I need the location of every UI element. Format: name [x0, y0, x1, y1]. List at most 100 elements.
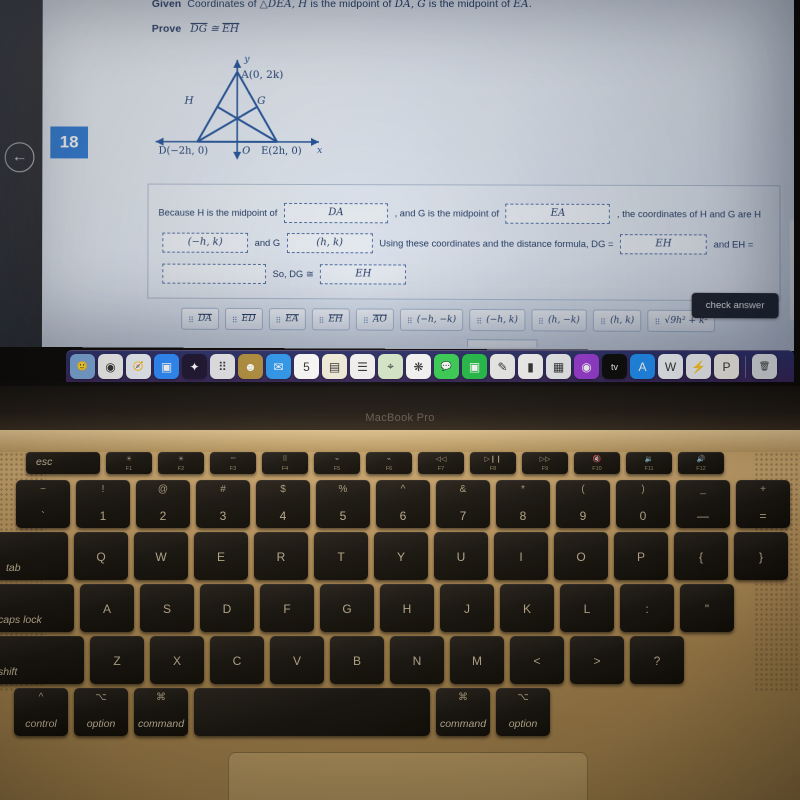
keyboard-key[interactable]: shift [0, 636, 84, 684]
proof-blank-6[interactable] [162, 263, 266, 283]
keyboard-key[interactable]: ^ control [14, 688, 68, 736]
keyboard-key[interactable]: caps lock [0, 584, 74, 632]
powerpoint-icon[interactable]: P [714, 354, 739, 379]
proof-blank-5[interactable]: EH [620, 234, 707, 254]
keyboard-key[interactable]: P [614, 532, 668, 580]
keyboard-key[interactable]: & 7 [436, 480, 490, 528]
drag-handle-icon[interactable] [600, 317, 606, 324]
keyboard-key[interactable]: } [734, 532, 788, 580]
app-store-icon[interactable]: A [630, 354, 655, 379]
answer-tile[interactable]: AO [356, 308, 394, 330]
answer-tile[interactable]: DA [181, 308, 219, 330]
keyboard-key[interactable]: $4 [256, 480, 310, 528]
keyboard-key[interactable] [194, 688, 430, 736]
keyboard-key[interactable]: X [150, 636, 204, 684]
keyboard-key[interactable]: ☀ F1 [106, 452, 152, 474]
answer-tile[interactable]: (h, −k) [531, 309, 587, 331]
keyboard-key[interactable]: ⌁ F5 [314, 452, 360, 474]
drag-handle-icon[interactable] [188, 315, 194, 322]
answer-tile[interactable]: (−h, k) [469, 309, 525, 331]
keyboard-key[interactable]: ~ ` [16, 480, 70, 528]
safari-icon[interactable]: 🧭 [126, 354, 151, 379]
keyboard-key[interactable]: 🔊 F12 [678, 452, 724, 474]
keyboard-key[interactable]: A [80, 584, 134, 632]
trash-icon[interactable]: 🗑 [752, 354, 777, 379]
scrollbar[interactable] [790, 220, 794, 321]
keyboard-key[interactable]: % 5 [316, 480, 370, 528]
maps-icon[interactable]: ⌖ [378, 354, 403, 379]
keyboard-key[interactable]: D [200, 584, 254, 632]
keyboard-key[interactable]: _ — [676, 480, 730, 528]
pages-icon[interactable]: ✎ [490, 354, 515, 379]
keyboard-key[interactable]: M [450, 636, 504, 684]
keyboard-key[interactable]: T [314, 532, 368, 580]
keyboard-key[interactable]: 🔇 F10 [574, 452, 620, 474]
launchpad-icon[interactable]: ⠿ [210, 354, 235, 379]
keyboard-key[interactable]: ⠿ F4 [262, 452, 308, 474]
answer-tile[interactable]: EA [268, 308, 305, 330]
proof-blank-4[interactable]: (h, k) [287, 233, 373, 253]
chrome-icon[interactable]: ◉ [98, 354, 123, 379]
keyboard-key[interactable]: ⌘ command [134, 688, 188, 736]
reminders-icon[interactable]: ☰ [350, 354, 375, 379]
drag-handle-icon[interactable] [318, 316, 324, 323]
keyboard-key[interactable]: J [440, 584, 494, 632]
keyboard-key[interactable]: + = [736, 480, 790, 528]
keyboard-key[interactable]: I [494, 532, 548, 580]
keyboard-key[interactable]: Y [374, 532, 428, 580]
siri-icon[interactable]: ✦ [182, 354, 207, 379]
keyboard-key[interactable]: ▷❙❙ F8 [470, 452, 516, 474]
facetime-icon[interactable]: ▣ [462, 354, 487, 379]
drag-handle-icon[interactable] [538, 317, 544, 324]
keyboard-key[interactable]: ^ 6 [376, 480, 430, 528]
mail-icon[interactable]: ✉ [266, 354, 291, 379]
keyboard-key[interactable]: C [210, 636, 264, 684]
back-arrow-icon[interactable]: ← [5, 142, 35, 172]
keyboard-key[interactable]: F [260, 584, 314, 632]
photos-icon[interactable]: ❋ [406, 354, 431, 379]
keyboard-key[interactable]: U [434, 532, 488, 580]
proof-blank-1[interactable]: DA [284, 202, 388, 222]
keyboard-key[interactable]: * 8 [496, 480, 550, 528]
keyboard-key[interactable]: V [270, 636, 324, 684]
notes-icon[interactable]: ▤ [322, 354, 347, 379]
keyboard-key[interactable]: H [380, 584, 434, 632]
keyboard-key[interactable]: ▷▷ F9 [522, 452, 568, 474]
keyboard-key[interactable]: ! 1 [76, 480, 130, 528]
keyboard-key[interactable]: tab [0, 532, 68, 580]
keyboard-key[interactable]: N [390, 636, 444, 684]
messenger-icon[interactable]: ⚡ [686, 354, 711, 379]
drag-handle-icon[interactable] [476, 317, 482, 324]
drag-handle-icon[interactable] [275, 316, 281, 323]
keyboard-key[interactable]: O [554, 532, 608, 580]
answer-tile[interactable]: EH [311, 308, 349, 330]
keyboard-key[interactable]: W [134, 532, 188, 580]
calendar-icon[interactable]: 5 [294, 354, 319, 379]
zoom-icon[interactable]: ▣ [154, 354, 179, 379]
keyboard-key[interactable]: ) 0 [616, 480, 670, 528]
keynote-icon[interactable]: ▦ [546, 354, 571, 379]
keyboard-key[interactable]: ⌘ command [436, 688, 490, 736]
keyboard-key[interactable]: > [570, 636, 624, 684]
check-answer-button[interactable]: check answer [692, 293, 779, 319]
keyboard-key[interactable]: " [680, 584, 734, 632]
drag-handle-icon[interactable] [654, 317, 660, 324]
answer-tile[interactable]: (−h, −k) [400, 309, 463, 331]
keyboard-key[interactable]: ☀ F2 [158, 452, 204, 474]
keyboard-key[interactable]: ⌁ F6 [366, 452, 412, 474]
keyboard-key[interactable]: @2 [136, 480, 190, 528]
keyboard-key[interactable]: { [674, 532, 728, 580]
trackpad[interactable] [228, 752, 588, 800]
keyboard-key[interactable]: ⌥ option [496, 688, 550, 736]
numbers-icon[interactable]: ▮ [518, 354, 543, 379]
keyboard-key[interactable]: Z [90, 636, 144, 684]
keyboard-key[interactable]: E [194, 532, 248, 580]
keyboard-key[interactable]: L [560, 584, 614, 632]
contacts-icon[interactable]: ☻ [238, 354, 263, 379]
keyboard-key[interactable]: ⌥ option [74, 688, 128, 736]
finder-icon[interactable]: 🙂 [70, 354, 95, 379]
keyboard-key[interactable]: K [500, 584, 554, 632]
keyboard-key[interactable]: ? [630, 636, 684, 684]
word-icon[interactable]: W [658, 354, 683, 379]
answer-tile[interactable]: ED [225, 308, 263, 330]
